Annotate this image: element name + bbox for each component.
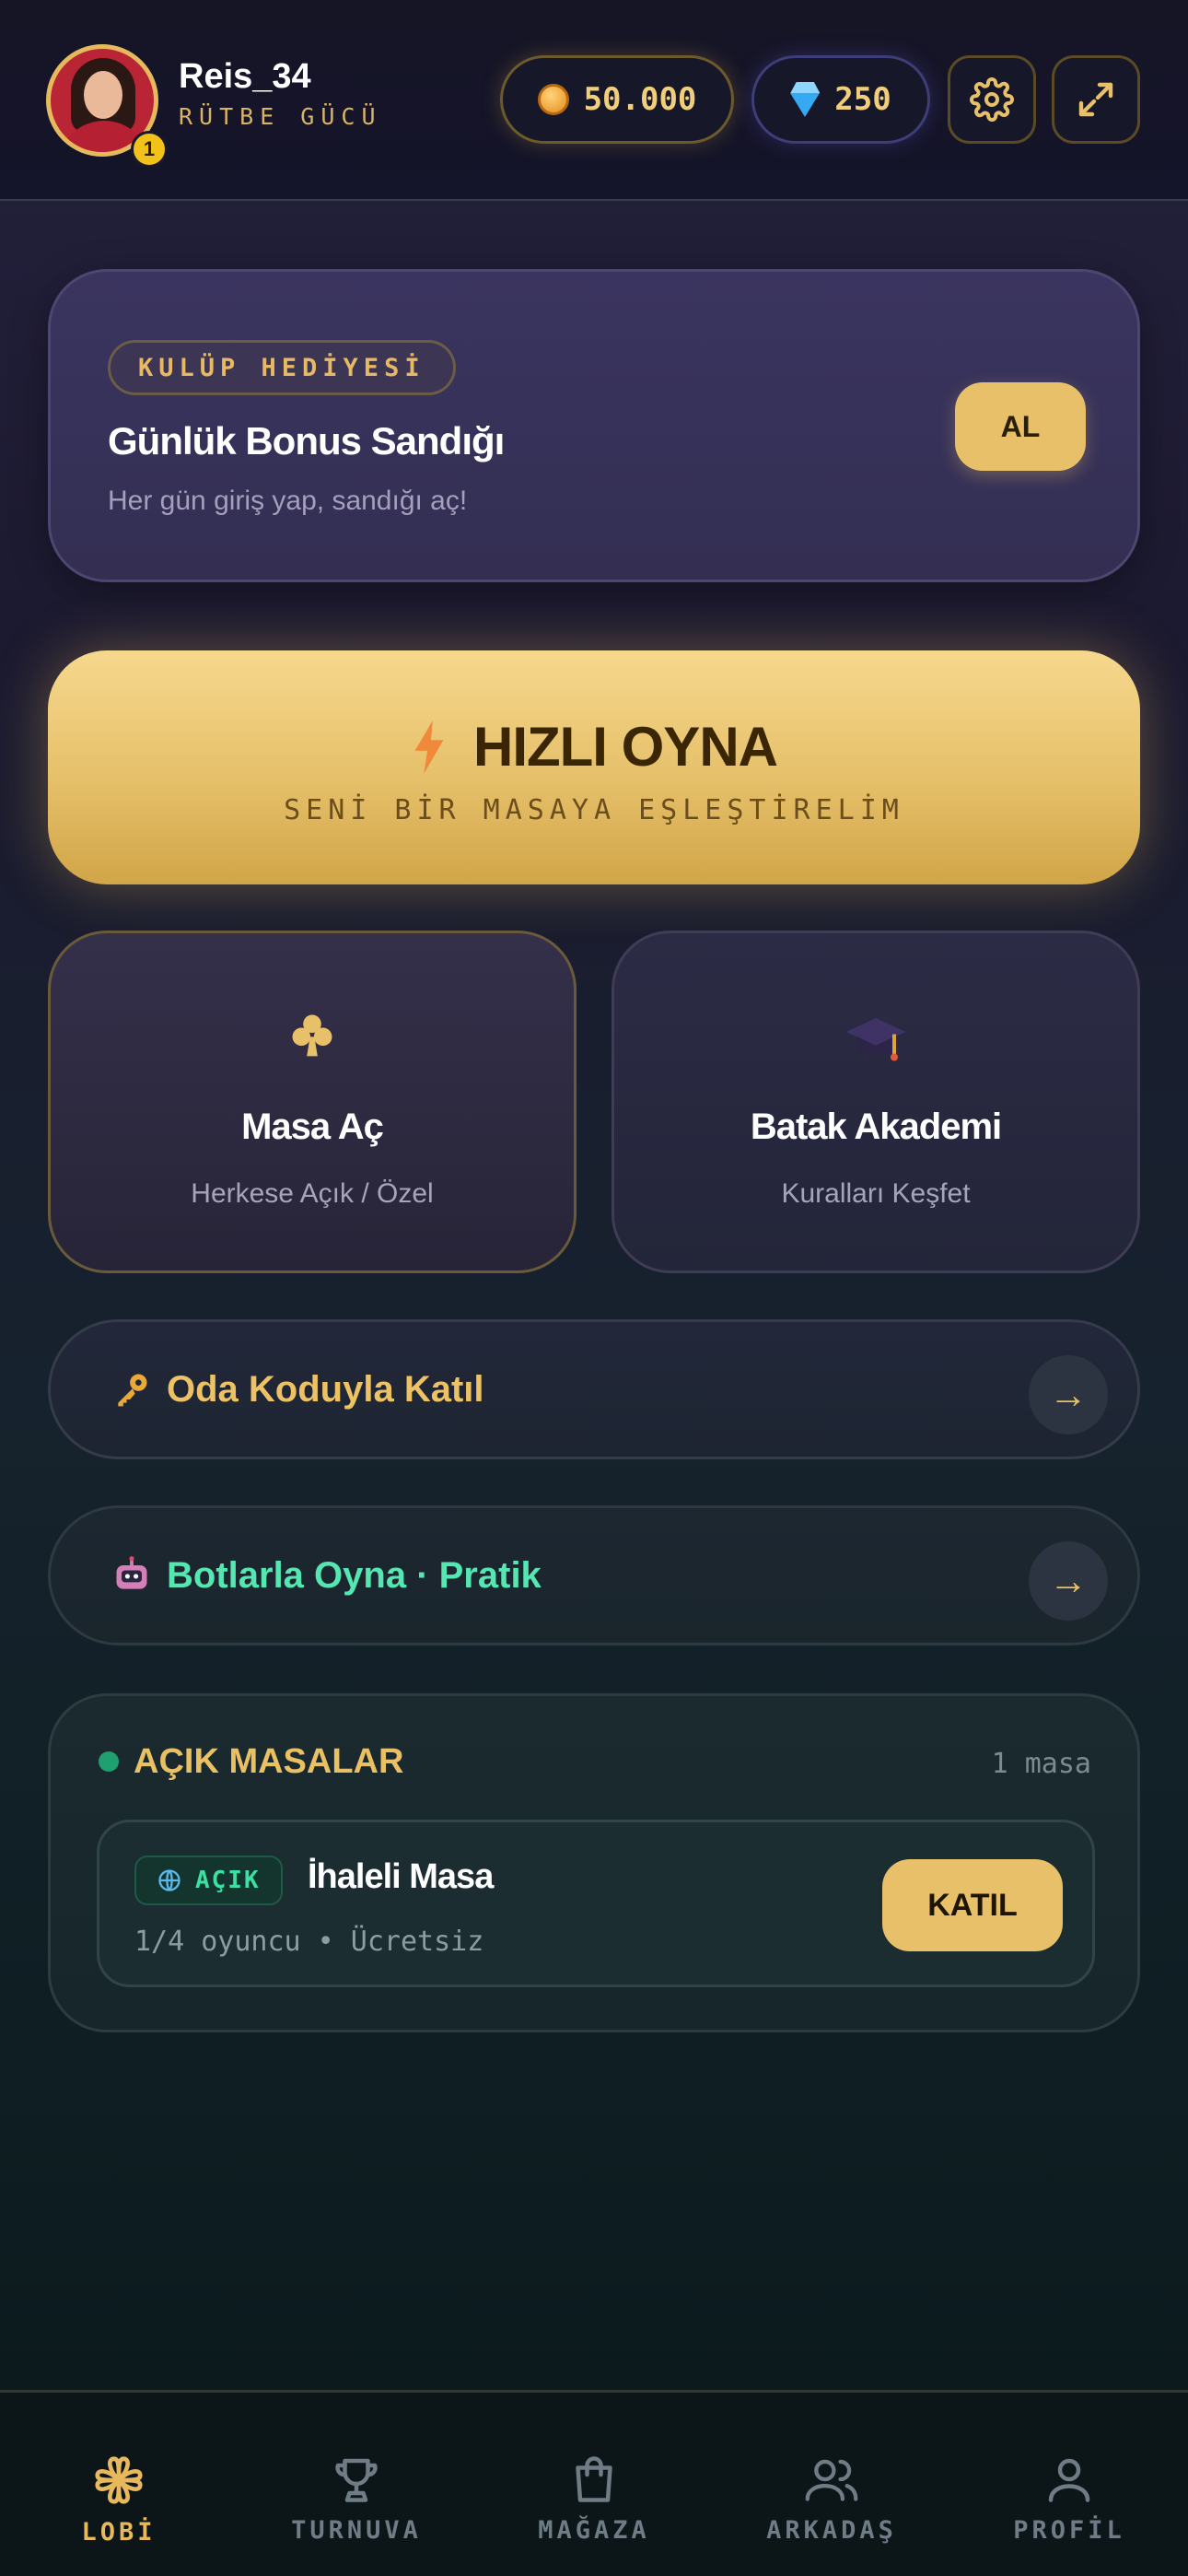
bonus-title: Günlük Bonus Sandığı [108, 419, 505, 463]
create-table-subtitle: Herkese Açık / Özel [191, 1178, 434, 1209]
club-gift-tag: KULÜP HEDİYESİ [108, 340, 456, 395]
mini-icon-wrap [51, 1009, 574, 1060]
globe-icon [158, 1869, 181, 1891]
nav-label-tournament: TURNUVA [291, 2516, 422, 2545]
mini-icon-wrap [614, 1009, 1137, 1073]
friends-icon [805, 2459, 858, 2501]
academy-card[interactable]: Batak Akademi Kuralları Keşfet [611, 931, 1140, 1273]
robot-icon [116, 1556, 147, 1589]
bag-icon [576, 2456, 612, 2502]
bonus-subtitle: Her gün giriş yap, sandığı aç! [108, 486, 468, 516]
gem-amount: 250 [834, 81, 891, 118]
join-by-code-button[interactable]: Oda Koduyla Katıl → [48, 1319, 1140, 1459]
lightning-icon [414, 720, 444, 774]
arrow-right-icon: → [1029, 1541, 1108, 1621]
rank-label: RÜTBE GÜCÜ [179, 103, 382, 130]
user-icon [1048, 2458, 1090, 2502]
quick-play-button[interactable]: HIZLI OYNA SENİ BİR MASAYA EŞLEŞTİRELİM [48, 650, 1140, 884]
academy-subtitle: Kuralları Keşfet [781, 1178, 971, 1209]
open-tables-title: AÇIK MASALAR [134, 1742, 404, 1781]
play-with-bots-label: Botlarla Oyna · Pratik [167, 1554, 542, 1596]
table-name: İhaleli Masa [308, 1857, 494, 1896]
play-with-bots-button[interactable]: Botlarla Oyna · Pratik → [48, 1505, 1140, 1645]
table-status-badge: AÇIK [134, 1856, 283, 1905]
open-tables-count: 1 masa [991, 1748, 1091, 1780]
gem-balance[interactable]: 250 [751, 55, 930, 144]
create-table-card[interactable]: Masa Aç Herkese Açık / Özel [48, 931, 577, 1273]
settings-button[interactable] [948, 55, 1036, 144]
clover-icon [95, 2456, 143, 2504]
coin-amount: 50.000 [583, 81, 697, 118]
nav-label-lobby: LOBİ [81, 2518, 157, 2547]
nav-item-profile[interactable]: PROFİL [950, 2393, 1188, 2576]
play-with-bots-row: Botlarla Oyna · Pratik [111, 1508, 542, 1643]
fullscreen-button[interactable] [1052, 55, 1140, 144]
table-status-label: AÇIK [195, 1867, 261, 1894]
graduation-cap-icon [845, 1018, 906, 1061]
nav-label-friends: ARKADAŞ [766, 2516, 897, 2545]
daily-bonus-card: KULÜP HEDİYESİ Günlük Bonus Sandığı Her … [48, 269, 1140, 582]
coin-balance[interactable]: 50.000 [500, 55, 734, 144]
level-badge: 1 [131, 131, 168, 168]
username: Reis_34 [179, 57, 311, 96]
table-row[interactable]: AÇIK İhaleli Masa 1/4 oyuncu • Ücretsiz … [97, 1820, 1095, 1987]
trophy-icon [335, 2458, 378, 2502]
bottom-nav: LOBİ TURNUVA MAĞAZA ARKADAŞ PROFİL [0, 2390, 1188, 2576]
create-table-title: Masa Aç [241, 1107, 384, 1147]
join-by-code-label: Oda Koduyla Katıl [167, 1368, 484, 1410]
nav-item-friends[interactable]: ARKADAŞ [713, 2393, 950, 2576]
gem-icon [790, 93, 821, 117]
coin-icon [537, 84, 569, 115]
join-table-button[interactable]: KATIL [882, 1859, 1063, 1951]
claim-bonus-button[interactable]: AL [955, 382, 1086, 471]
open-tables-panel: AÇIK MASALAR 1 masa AÇIK İhaleli Masa 1/… [48, 1693, 1140, 2032]
nav-label-profile: PROFİL [1013, 2516, 1125, 2545]
avatar-face [84, 71, 122, 119]
top-bar: 1 Reis_34 RÜTBE GÜCÜ 50.000 250 [0, 0, 1188, 201]
nav-label-store: MAĞAZA [538, 2516, 650, 2545]
nav-item-store[interactable]: MAĞAZA [475, 2393, 713, 2576]
nav-item-tournament[interactable]: TURNUVA [238, 2393, 475, 2576]
key-icon [118, 1374, 147, 1407]
quick-play-title-row: HIZLI OYNA [48, 715, 1140, 779]
gear-icon [970, 77, 1014, 122]
table-meta: 1/4 oyuncu • Ücretsiz [134, 1926, 484, 1958]
expand-icon [1078, 82, 1113, 117]
arrow-right-icon: → [1029, 1355, 1108, 1434]
live-dot-icon [99, 1751, 119, 1772]
quick-play-subtitle: SENİ BİR MASAYA EŞLEŞTİRELİM [284, 794, 904, 826]
academy-title: Batak Akademi [750, 1107, 1002, 1147]
nav-item-lobby[interactable]: LOBİ [0, 2393, 238, 2576]
quick-play-title: HIZLI OYNA [473, 716, 778, 778]
club-icon [292, 1014, 332, 1057]
join-by-code-row: Oda Koduyla Katıl [111, 1322, 484, 1457]
